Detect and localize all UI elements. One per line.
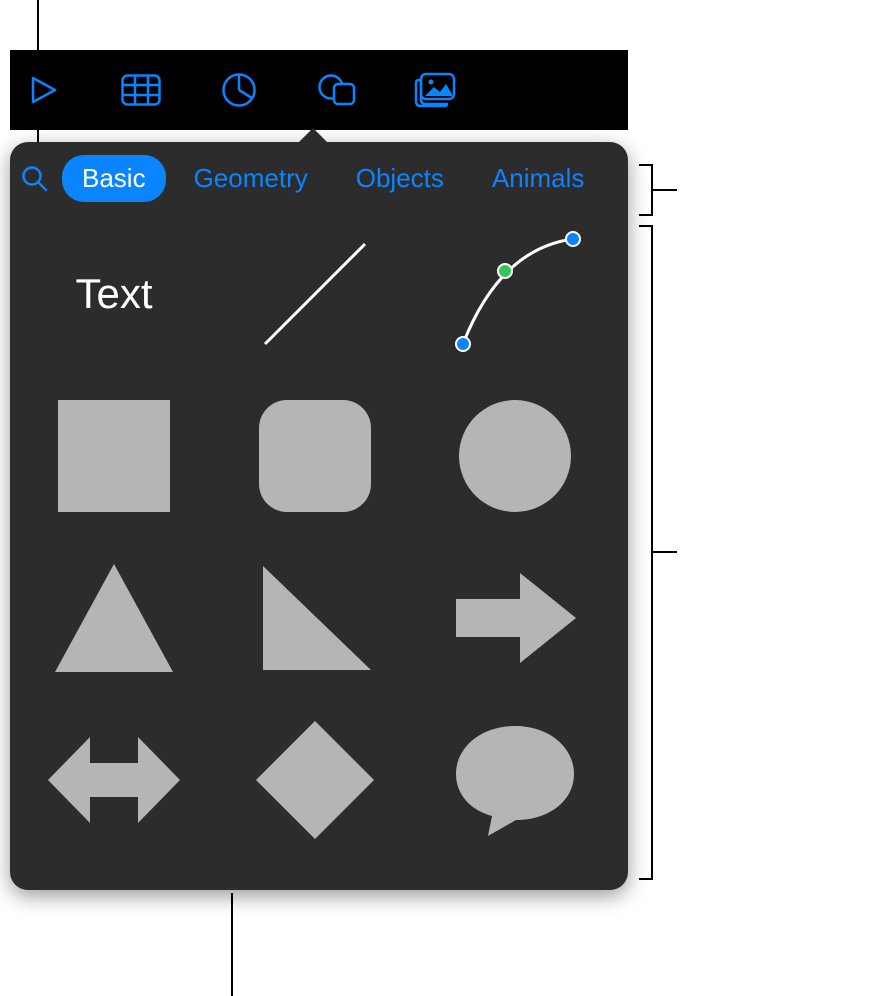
popover-arrow: [299, 128, 327, 142]
shape-diamond[interactable]: [245, 710, 385, 850]
shapes-popover: Basic Geometry Objects Animals N Text: [10, 142, 628, 890]
category-more[interactable]: N: [612, 155, 628, 202]
search-icon[interactable]: [14, 158, 54, 198]
category-basic[interactable]: Basic: [62, 155, 166, 202]
callout-bracket-categories-cap-bot: [639, 214, 651, 216]
table-icon[interactable]: [120, 69, 162, 111]
shape-text-label: Text: [75, 270, 152, 318]
toolbar: [10, 50, 628, 130]
shape-right-triangle[interactable]: [245, 548, 385, 688]
category-animals[interactable]: Animals: [472, 155, 604, 202]
app-screenshot-region: Basic Geometry Objects Animals N Text: [10, 50, 628, 890]
shape-double-arrow[interactable]: [44, 710, 184, 850]
shape-rounded-square[interactable]: [245, 386, 385, 526]
callout-bracket-shapes-cap-bot: [639, 878, 651, 880]
callout-line-categories: [651, 189, 677, 191]
shape-icon[interactable]: [316, 69, 358, 111]
shape-arrow-right[interactable]: [445, 548, 585, 688]
shape-pentagon[interactable]: [245, 872, 385, 890]
shape-text[interactable]: Text: [44, 224, 184, 364]
shapes-grid: Text: [10, 214, 628, 890]
shape-callout[interactable]: [44, 872, 184, 890]
chart-icon[interactable]: [218, 69, 260, 111]
shape-circle[interactable]: [445, 386, 585, 526]
shape-triangle[interactable]: [44, 548, 184, 688]
category-geometry[interactable]: Geometry: [174, 155, 328, 202]
shape-curve[interactable]: [445, 224, 585, 364]
play-icon[interactable]: [22, 69, 64, 111]
shape-square[interactable]: [44, 386, 184, 526]
callout-bracket-categories-cap-top: [639, 164, 651, 166]
callout-line-bottom: [231, 893, 233, 996]
callout-bracket-shapes-cap-top: [639, 225, 651, 227]
media-icon[interactable]: [414, 69, 456, 111]
category-row: Basic Geometry Objects Animals N: [10, 142, 628, 214]
callout-line-shapes: [651, 551, 677, 553]
category-objects[interactable]: Objects: [336, 155, 464, 202]
shape-speech-bubble[interactable]: [445, 710, 585, 850]
shape-line[interactable]: [245, 224, 385, 364]
shape-star[interactable]: [445, 872, 585, 890]
